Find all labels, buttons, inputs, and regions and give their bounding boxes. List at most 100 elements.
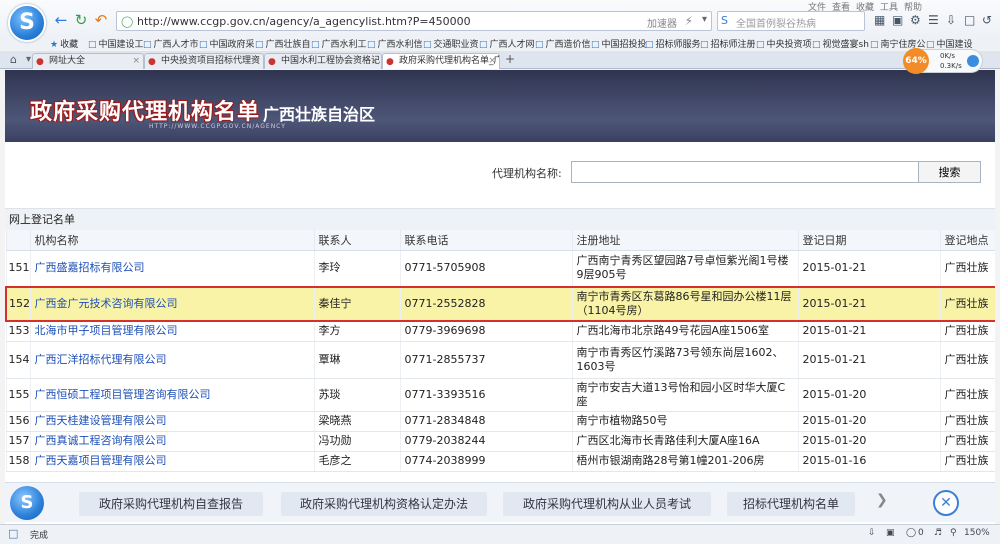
bookmark-item[interactable]: ★ 收藏 — [50, 37, 78, 50]
search-engine-icon[interactable]: S — [721, 14, 728, 27]
menu-help[interactable]: 帮助 — [904, 0, 922, 13]
speed-up: 0K/s — [940, 52, 956, 60]
bookmark-item[interactable]: □ 中国招投投 — [591, 37, 647, 50]
contact-cell: 梁晓燕 — [313, 411, 400, 432]
address-cell: 南宁市青秀区东葛路86号星和园办公楼11层（1104号房） — [571, 286, 798, 322]
agency-link[interactable]: 广西金广元技术咨询有限公司 — [35, 297, 178, 310]
tab-item[interactable]: ● 中央投资项目招标代理资 × — [144, 53, 264, 69]
bolt-icon[interactable]: ⚡ — [685, 14, 693, 28]
related-link[interactable]: 政府采购代理机构从业人员考试 — [503, 492, 711, 516]
tab-item[interactable]: ● 中国水利工程协会资格记 × — [264, 53, 382, 69]
search-placeholder[interactable]: 全国首例裂谷热病 — [736, 15, 816, 30]
status-counter: 0 — [918, 528, 924, 538]
place-cell: 广西壮族 — [939, 286, 995, 322]
date-cell: 2015-01-21 — [797, 286, 940, 322]
phone-cell: 0771-5705908 — [399, 250, 572, 288]
sound-icon[interactable]: ♬ — [934, 528, 942, 538]
menu-file[interactable]: 文件 — [808, 0, 826, 13]
phone-cell: 0771-2834848 — [399, 411, 572, 432]
close-icon[interactable]: × — [252, 54, 260, 68]
bookmark-item[interactable]: □ 中国建设工 — [88, 37, 144, 50]
contact-cell: 秦佳宁 — [313, 286, 400, 322]
window-icon[interactable]: □ — [964, 13, 975, 27]
page-icon: □ — [255, 40, 264, 50]
new-tab-button[interactable]: + — [503, 53, 517, 67]
table-row: 153 北海市甲子项目管理有限公司 李方 0779-3969698 广西北海市北… — [5, 321, 995, 342]
back-arrow-icon[interactable]: ← — [52, 11, 70, 29]
place-cell: 广西壮族 — [939, 451, 995, 472]
search-box[interactable]: S 全国首例裂谷热病 — [717, 11, 865, 31]
close-icon[interactable]: × — [370, 54, 378, 68]
download-icon[interactable]: ⇩ — [946, 13, 956, 27]
related-link[interactable]: 政府采购代理机构资格认定办法 — [281, 492, 487, 516]
menu-icon[interactable]: ☰ — [928, 13, 939, 27]
browser-logo-icon[interactable]: S — [8, 4, 46, 42]
row-number: 153 — [5, 321, 30, 342]
status-bar: □ 完成 ⇩ ▣ ◯ 0 ♬ ⚲ 150% — [0, 524, 1000, 544]
zoom-level[interactable]: 150% — [964, 528, 990, 538]
agency-link[interactable]: 广西真诚工程咨询有限公司 — [35, 434, 167, 447]
column-header: 登记地点 — [939, 230, 995, 251]
phone-cell: 0771-2552828 — [399, 286, 572, 322]
agency-name-cell: 北海市甲子项目管理有限公司 — [29, 321, 314, 342]
place-cell: 广西壮族 — [939, 321, 995, 342]
monitor-icon[interactable]: ▣ — [886, 528, 895, 538]
bookmarks-bar: ★ 收藏 □ 中国建设工 □ 广西人才市 □ 中国政府采 □ 广西壮族自 □ 广西水利工 □… — [0, 36, 1000, 50]
menu-favorites[interactable]: 收藏 — [856, 0, 874, 13]
shield-icon[interactable]: ◯ — [906, 528, 916, 538]
column-header: 登记日期 — [797, 230, 940, 251]
bookmark-item[interactable]: □ 广西造价信 — [535, 37, 591, 50]
page-icon: □ — [870, 40, 879, 50]
close-icon[interactable]: × — [488, 54, 496, 68]
bookmark-item[interactable]: □ 招标师注册 — [700, 37, 756, 50]
chevron-down-icon[interactable]: ▾ — [26, 54, 31, 65]
bookmark-item[interactable]: □ 广西人才市 — [143, 37, 199, 50]
bookmark-icon[interactable]: ▦ — [874, 13, 885, 27]
date-cell: 2015-01-21 — [797, 250, 940, 288]
search-logo-icon[interactable]: S — [10, 486, 44, 520]
grid-icon[interactable]: ▣ — [892, 13, 903, 27]
refresh-icon[interactable]: ↻ — [72, 11, 90, 29]
close-icon[interactable]: ✕ — [933, 490, 959, 516]
related-link[interactable]: 招标代理机构名单 — [727, 492, 855, 516]
zoom-icon[interactable]: ⚲ — [950, 528, 957, 538]
bookmark-item[interactable]: □ 广西壮族自 — [255, 37, 311, 50]
accelerator-button[interactable]: 加速器 — [647, 15, 677, 30]
agency-link[interactable]: 广西恒硕工程项目管理咨询有限公司 — [35, 388, 211, 401]
bookmark-item[interactable]: □ 中央投资项 — [756, 37, 812, 50]
tab-item-active[interactable]: ● 政府采购代理机构名单_广 × — [382, 53, 500, 69]
bookmark-item[interactable]: □ 广西人才网 — [479, 37, 535, 50]
speed-widget[interactable]: 64% 0K/s 0.3K/s — [903, 48, 983, 74]
bookmark-item[interactable]: □ 中国政府采 — [199, 37, 255, 50]
agency-link[interactable]: 广西天桂建设管理有限公司 — [35, 414, 167, 427]
bookmark-item[interactable]: □ 视觉盛宴sh — [812, 37, 869, 50]
chevron-right-icon[interactable]: ❯ — [876, 492, 888, 508]
download-icon[interactable]: ⇩ — [868, 528, 876, 538]
tools-icon[interactable]: ⚙ — [910, 13, 921, 27]
section-title: 网上登记名单 — [5, 208, 995, 230]
tab-item[interactable]: ● 网址大全 × — [32, 53, 144, 69]
bookmark-item[interactable]: □ 广西水利工 — [311, 37, 367, 50]
agency-link[interactable]: 广西天嘉项目管理有限公司 — [35, 454, 167, 467]
agency-name-input[interactable] — [571, 161, 926, 183]
place-cell: 广西壮族 — [939, 341, 995, 379]
agency-name-label: 代理机构名称: — [492, 167, 562, 180]
undo-icon[interactable]: ↶ — [92, 11, 110, 29]
bookmark-item[interactable]: □ 招标师服务 — [645, 37, 701, 50]
bookmark-item[interactable]: □ 交通职业资 — [423, 37, 479, 50]
bookmark-item[interactable]: □ 广西水利信 — [367, 37, 423, 50]
search-button[interactable]: 搜索 — [918, 161, 981, 183]
related-link[interactable]: 政府采购代理机构自查报告 — [79, 492, 263, 516]
sync-icon[interactable]: ↺ — [982, 13, 992, 27]
address-bar[interactable]: ◯ http://www.ccgp.gov.cn/agency/a_agency… — [116, 11, 712, 31]
agency-link[interactable]: 北海市甲子项目管理有限公司 — [35, 324, 178, 337]
address-cell: 梧州市银湖南路28号第1幢201-206房 — [571, 451, 798, 472]
agency-link[interactable]: 广西盛嘉招标有限公司 — [35, 261, 145, 274]
menu-view[interactable]: 查看 — [832, 0, 850, 13]
home-icon[interactable]: ⌂ — [10, 53, 17, 66]
agency-link[interactable]: 广西汇洋招标代理有限公司 — [35, 353, 167, 366]
chevron-down-icon[interactable]: ▾ — [702, 14, 707, 25]
close-icon[interactable]: × — [132, 54, 140, 68]
address-url[interactable]: http://www.ccgp.gov.cn/agency/a_agencyli… — [137, 15, 471, 28]
menu-tools[interactable]: 工具 — [880, 0, 898, 13]
